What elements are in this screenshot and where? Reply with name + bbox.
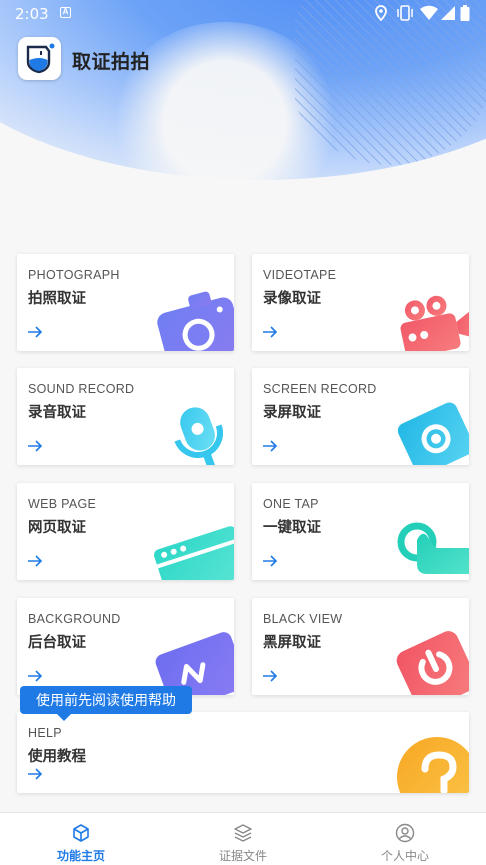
app-logo	[18, 37, 61, 80]
black-view-card[interactable]: BLACK VIEW 黑屏取证	[252, 598, 469, 695]
wifi-icon	[420, 5, 438, 21]
one-tap-card[interactable]: ONE TAP 一键取证	[252, 483, 469, 580]
header-stripes-decoration	[295, 0, 486, 165]
sound-record-card[interactable]: SOUND RECORD 录音取证	[17, 368, 234, 465]
arrow-right-icon[interactable]	[262, 326, 278, 338]
status-bar: 2:03 A	[0, 0, 486, 26]
notification-a-icon: A	[60, 7, 71, 18]
arrow-right-icon[interactable]	[27, 555, 43, 567]
arrow-right-icon[interactable]	[27, 440, 43, 452]
nav-profile-label: 个人中心	[380, 849, 429, 863]
power-icon	[396, 631, 469, 695]
card-zh-label: 录像取证	[263, 291, 321, 307]
arrow-right-icon[interactable]	[262, 555, 278, 567]
card-zh-label: 一键取证	[263, 520, 321, 536]
web-page-card[interactable]: WEB PAGE 网页取证	[17, 483, 234, 580]
nav-home[interactable]: 功能主页	[0, 813, 162, 865]
arrow-right-icon[interactable]	[262, 670, 278, 682]
videotape-card[interactable]: VIDEOTAPE 录像取证	[252, 254, 469, 351]
card-en-label: SOUND RECORD	[28, 382, 135, 396]
card-zh-label: 拍照取证	[28, 291, 86, 307]
signal-icon	[441, 6, 455, 20]
status-time: 2:03	[15, 5, 49, 23]
card-zh-label: 黑屏取证	[263, 635, 321, 651]
camera-icon	[157, 291, 234, 351]
screen-record-icon	[397, 402, 469, 465]
card-en-label: PHOTOGRAPH	[28, 268, 120, 282]
nav-home-label: 功能主页	[56, 849, 105, 863]
card-en-label: VIDEOTAPE	[263, 268, 337, 282]
screen-record-card[interactable]: SCREEN RECORD 录屏取证	[252, 368, 469, 465]
video-camera-icon	[400, 295, 469, 351]
arrow-right-icon[interactable]	[262, 440, 278, 452]
help-question-icon	[397, 737, 469, 793]
shield-camera-logo-icon	[26, 43, 55, 74]
nav-evidence-files[interactable]: 证据文件	[162, 813, 324, 865]
card-zh-label: 使用教程	[28, 749, 86, 765]
user-circle-icon	[395, 823, 415, 843]
background-card[interactable]: BACKGROUND 后台取证	[17, 598, 234, 695]
battery-icon	[460, 5, 470, 21]
microphone-icon	[174, 407, 223, 465]
card-en-label: ONE TAP	[263, 497, 319, 511]
card-en-label: BACKGROUND	[28, 612, 121, 626]
arrow-right-icon[interactable]	[27, 768, 43, 780]
layers-icon	[234, 824, 252, 842]
card-en-label: BLACK VIEW	[263, 612, 343, 626]
bottom-navigation: 功能主页 证据文件 个人中心	[0, 812, 486, 865]
photograph-card[interactable]: PHOTOGRAPH 拍照取证	[17, 254, 234, 351]
nav-evidence-files-label: 证据文件	[218, 849, 267, 863]
arrow-right-icon[interactable]	[27, 670, 43, 682]
app-title: 取证拍拍	[72, 52, 151, 73]
arrow-right-icon[interactable]	[27, 326, 43, 338]
header-background	[0, 0, 486, 200]
card-en-label: SCREEN RECORD	[263, 382, 377, 396]
card-en-label: WEB PAGE	[28, 497, 97, 511]
vibrate-icon	[397, 5, 413, 21]
help-tooltip: 使用前先阅读使用帮助	[20, 686, 192, 721]
card-zh-label: 录屏取证	[263, 405, 321, 421]
location-icon	[375, 5, 387, 21]
tap-hand-icon	[397, 522, 469, 574]
cube-icon	[73, 824, 89, 842]
browser-window-icon	[154, 526, 234, 580]
card-zh-label: 录音取证	[28, 405, 86, 421]
card-en-label: HELP	[28, 726, 62, 740]
nav-profile[interactable]: 个人中心	[324, 813, 486, 865]
card-zh-label: 后台取证	[28, 635, 86, 651]
card-zh-label: 网页取证	[28, 520, 86, 536]
help-card[interactable]: HELP 使用教程	[17, 712, 469, 793]
